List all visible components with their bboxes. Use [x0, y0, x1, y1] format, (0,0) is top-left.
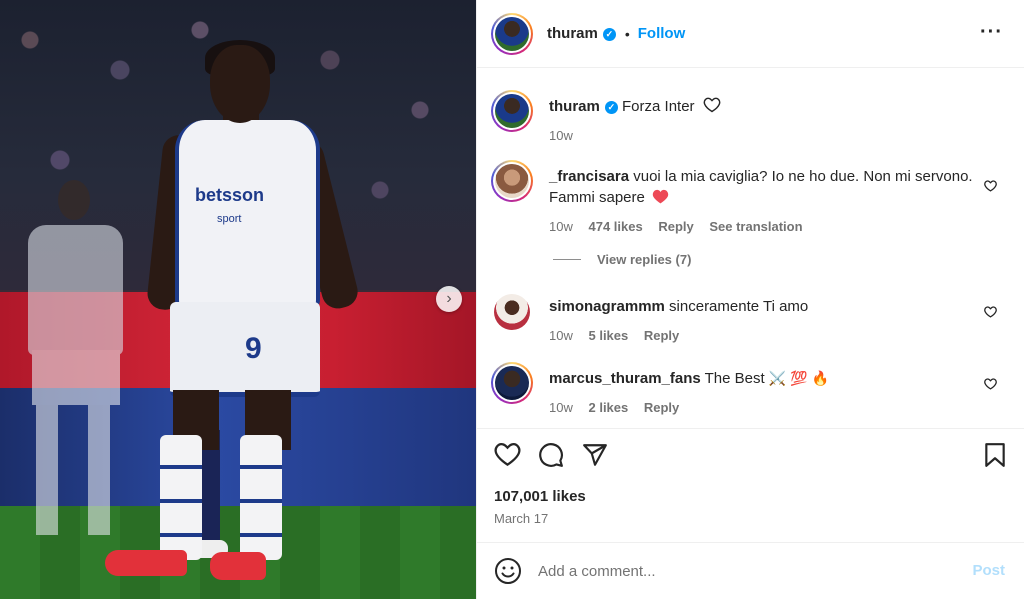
comment-likes[interactable]: 5 likes	[588, 328, 628, 343]
comment-avatar[interactable]	[494, 294, 530, 330]
main-player: betsson sport 9	[105, 40, 365, 585]
post-photo[interactable]: betsson sport 9 ›	[0, 0, 476, 599]
share-icon[interactable]	[582, 442, 608, 468]
caption-username[interactable]: thuram ✓	[549, 98, 618, 115]
comment-age: 10w	[549, 219, 573, 234]
caption-avatar[interactable]	[491, 90, 533, 132]
chevron-right-icon: ›	[446, 290, 452, 307]
see-translation-button[interactable]: See translation	[709, 219, 802, 234]
reply-button[interactable]: Reply	[644, 400, 679, 415]
comment-username[interactable]: marcus_thuram_fans	[549, 370, 701, 387]
comment-text: sinceramente Ti amo	[669, 298, 809, 315]
verified-icon: ✓	[604, 101, 618, 114]
caption: thuram ✓ Forza Inter 10w	[491, 90, 1011, 150]
comments-list: thuram ✓ Forza Inter 10w _francisara vuoi…	[477, 68, 1024, 428]
emoji-icon[interactable]	[494, 557, 522, 585]
comment-likes[interactable]: 474 likes	[588, 219, 642, 234]
comment-likes[interactable]: 2 likes	[588, 400, 628, 415]
more-options-icon[interactable]: ···	[980, 22, 1003, 42]
emoji-sequence: ⚔️ 💯 🔥	[768, 370, 829, 386]
jersey-sponsor: betsson sport	[195, 185, 265, 225]
like-comment-icon[interactable]	[984, 180, 997, 192]
comment-item: _francisara vuoi la mia caviglia? Io ne …	[491, 160, 1011, 240]
replies-divider	[553, 259, 581, 260]
carousel-next-button[interactable]: ›	[436, 286, 462, 312]
separator-dot: •	[624, 25, 630, 42]
post-header: thuram ✓ • Follow ···	[477, 0, 1024, 68]
post-comment-button[interactable]: Post	[972, 562, 1005, 579]
caption-text: Forza Inter	[622, 98, 695, 115]
view-replies-button[interactable]: View replies (7)	[553, 252, 691, 267]
red-heart-icon	[652, 189, 669, 204]
verified-icon: ✓	[602, 28, 616, 41]
jersey-number: 9	[245, 332, 262, 365]
like-comment-icon[interactable]	[984, 306, 997, 318]
owner-username[interactable]: thuram ✓	[547, 25, 616, 42]
comment-age: 10w	[549, 400, 573, 415]
comment-input[interactable]	[538, 562, 938, 580]
follow-button[interactable]: Follow	[638, 25, 686, 42]
like-count[interactable]: 107,001 likes	[494, 488, 586, 505]
comment-age: 10w	[549, 328, 573, 343]
post-actions	[477, 428, 1024, 484]
comment-avatar[interactable]	[491, 160, 533, 202]
comment-text: The Best	[704, 370, 765, 387]
heart-icon[interactable]	[494, 442, 521, 467]
comment-icon[interactable]	[538, 442, 564, 468]
comment-username[interactable]: simonagrammm	[549, 298, 665, 315]
owner-avatar[interactable]	[491, 12, 533, 55]
comment-item: marcus_thuram_fans The Best ⚔️ 💯 🔥 10w 2…	[491, 362, 1011, 422]
comment-username[interactable]: _francisara	[549, 168, 629, 185]
bookmark-icon[interactable]	[984, 442, 1006, 468]
reply-button[interactable]: Reply	[658, 219, 693, 234]
caption-age: 10w	[549, 128, 573, 143]
post-panel: thuram ✓ • Follow ··· thuram ✓ Forza Inter…	[476, 0, 1024, 599]
comment-item: simonagrammm sinceramente Ti amo 10w 5 l…	[491, 292, 1011, 352]
comment-composer: Post	[477, 542, 1024, 599]
reply-button[interactable]: Reply	[644, 328, 679, 343]
like-comment-icon[interactable]	[984, 378, 997, 390]
post-date: March 17	[494, 511, 549, 526]
heart-outline-icon	[703, 97, 721, 113]
comment-avatar[interactable]	[491, 362, 533, 404]
